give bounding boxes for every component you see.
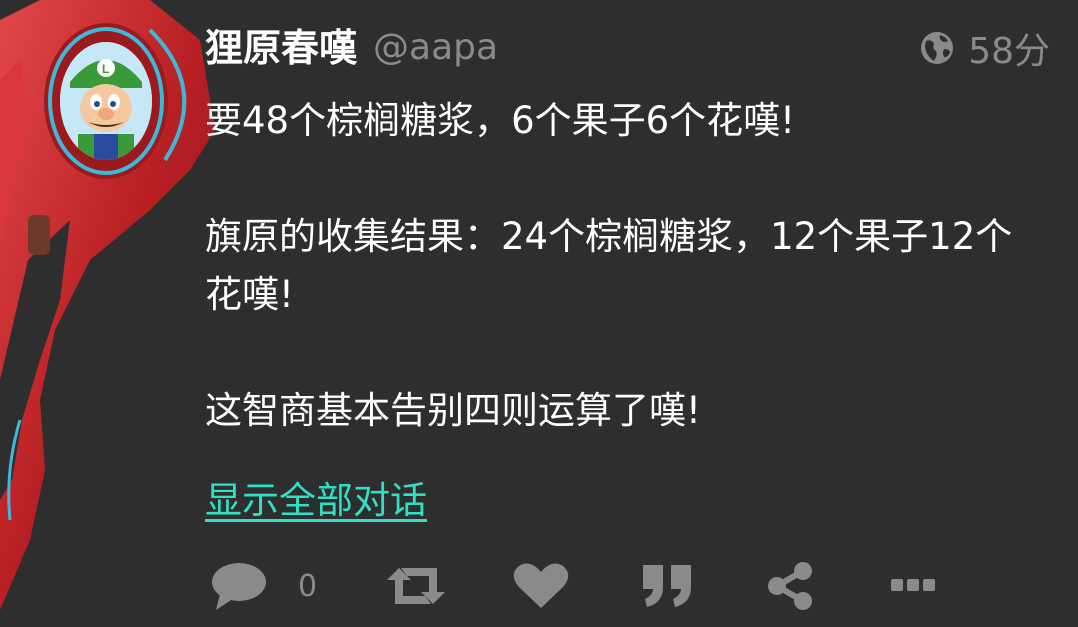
more-icon xyxy=(891,579,936,591)
svg-text:L: L xyxy=(102,62,109,76)
status-content: 要48个棕榈糖浆，6个果子6个花嘆! 旗原的收集结果：24个棕榈糖浆，12个果子… xyxy=(205,92,1045,440)
status-header: 狸原春嘆 @aapa 58分 xyxy=(205,22,1050,74)
boost-icon xyxy=(387,568,446,604)
content-paragraph: 这智商基本告别四则运算了嘆! xyxy=(205,389,701,432)
display-name[interactable]: 狸原春嘆 xyxy=(205,29,357,67)
quote-button[interactable] xyxy=(641,563,693,609)
more-button[interactable] xyxy=(891,579,936,593)
reply-count: 0 xyxy=(298,568,318,604)
reply-icon xyxy=(212,563,266,610)
status-time[interactable]: 58分 xyxy=(968,22,1050,74)
avatar-image: L xyxy=(60,42,152,160)
quote-icon xyxy=(643,565,692,607)
status-meta: 58分 xyxy=(920,22,1050,74)
globe-icon xyxy=(921,32,954,64)
reply-button[interactable]: 0 xyxy=(210,560,317,612)
content-paragraph: 要48个棕榈糖浆，6个果子6个花嘆! xyxy=(205,99,795,142)
content-paragraph: 旗原的收集结果：24个棕榈糖浆，12个果子12个花嘆! xyxy=(205,215,1013,316)
boost-button[interactable] xyxy=(385,564,447,608)
favourite-button[interactable] xyxy=(513,562,569,610)
action-bar: 0 xyxy=(210,556,936,616)
status-card: L 狸原春嘆 @aapa 58分 要48个棕榈糖浆，6个果子6个花嘆! 旗原的收… xyxy=(0,0,1078,627)
account-handle[interactable]: @aapa xyxy=(373,30,498,66)
avatar[interactable]: L xyxy=(60,42,152,160)
heart-icon xyxy=(513,563,569,608)
show-thread-link[interactable]: 显示全部对话 xyxy=(205,470,427,524)
share-button[interactable] xyxy=(765,561,815,611)
share-icon xyxy=(768,562,813,610)
